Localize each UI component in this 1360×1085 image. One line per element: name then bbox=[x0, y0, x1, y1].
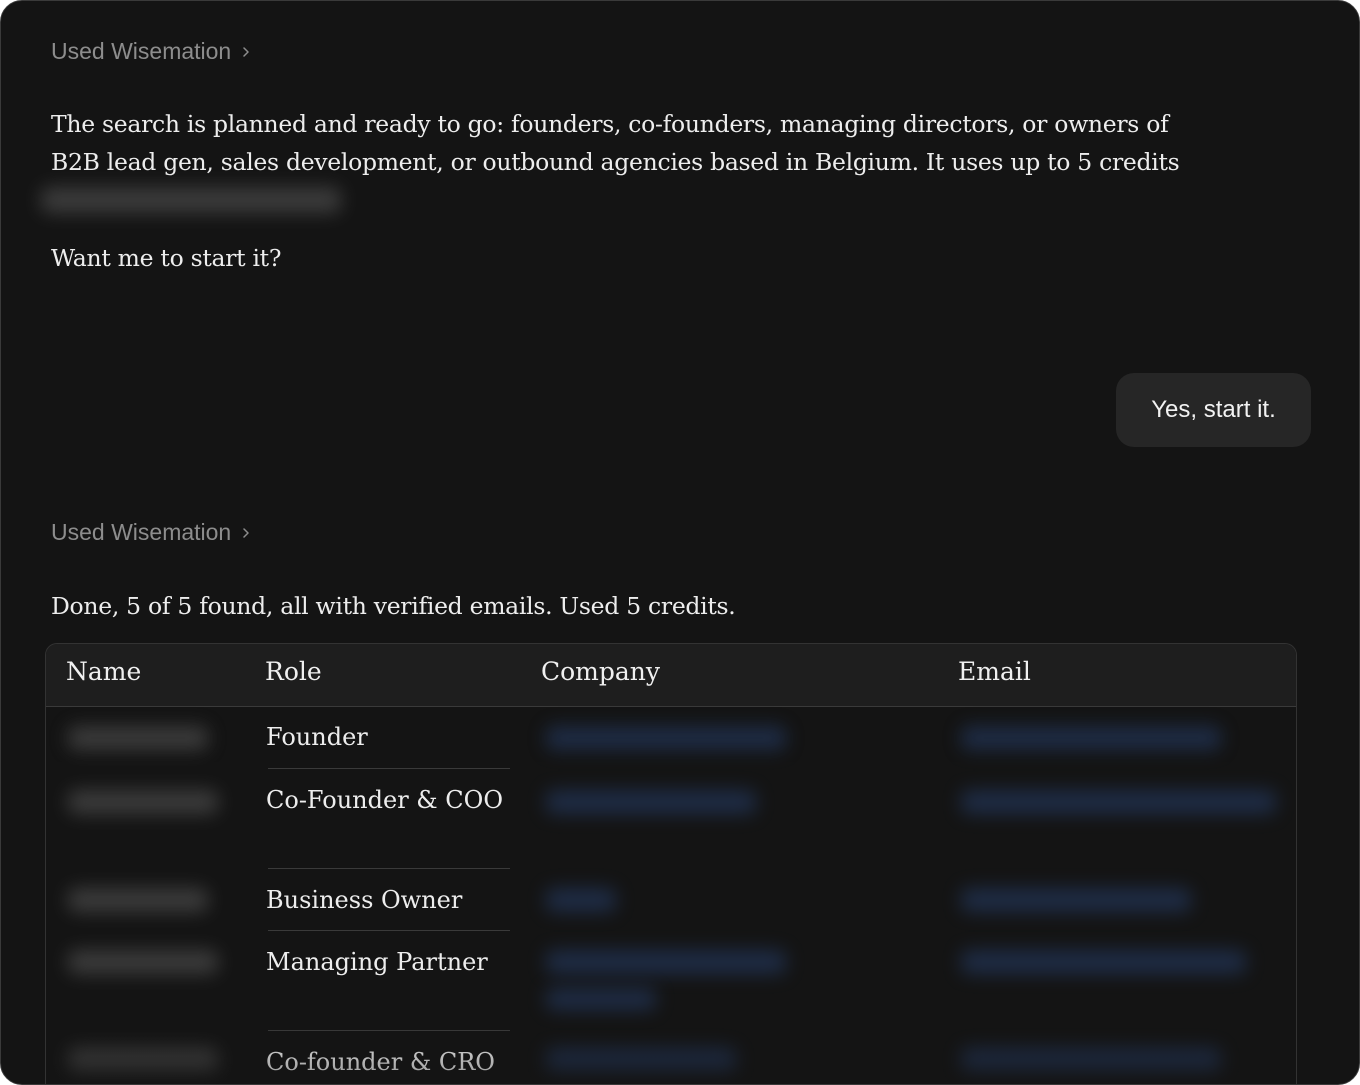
redacted-company-link[interactable] bbox=[546, 888, 616, 912]
header-role: Role bbox=[265, 657, 322, 686]
redacted-company-link[interactable] bbox=[546, 950, 786, 974]
redacted-email-link[interactable] bbox=[961, 790, 1276, 814]
table-cell-role: Managing Partner bbox=[266, 948, 488, 976]
result-summary: Done, 5 of 5 found, all with verified em… bbox=[51, 592, 736, 620]
redacted-email-link[interactable] bbox=[961, 950, 1246, 974]
row-divider bbox=[268, 868, 510, 869]
redacted-company-link-wrap[interactable] bbox=[546, 988, 656, 1010]
redacted-email-link[interactable] bbox=[961, 726, 1221, 750]
header-name: Name bbox=[66, 657, 142, 686]
table-cell-role: Co-founder & CRO bbox=[266, 1048, 495, 1076]
redacted-name bbox=[68, 888, 208, 912]
redacted-email-link[interactable] bbox=[961, 888, 1191, 912]
table-cell-role: Business Owner bbox=[266, 886, 463, 914]
redacted-name bbox=[68, 1048, 218, 1072]
redacted-name bbox=[68, 726, 208, 750]
header-email: Email bbox=[958, 657, 1031, 686]
row-divider bbox=[268, 1030, 510, 1031]
table-cell-role: Co-Founder & COO bbox=[266, 786, 503, 814]
results-table: Name Role Company Email Founder Co-Found… bbox=[45, 643, 1297, 1084]
redacted-company-link[interactable] bbox=[546, 790, 756, 814]
redacted-name bbox=[68, 950, 218, 974]
row-divider bbox=[268, 768, 510, 769]
table-header: Name Role Company Email bbox=[46, 644, 1296, 707]
assistant-message-text: The search is planned and ready to go: f… bbox=[51, 110, 1180, 176]
tool-usage-label-2: Used Wisemation bbox=[51, 519, 232, 545]
header-company: Company bbox=[541, 657, 661, 686]
redacted-name bbox=[68, 790, 218, 814]
assistant-question: Want me to start it? bbox=[51, 244, 282, 272]
row-divider bbox=[268, 930, 510, 931]
tool-usage-label: Used Wisemation bbox=[51, 38, 232, 64]
chevron-right-icon bbox=[243, 527, 249, 538]
table-cell-role: Founder bbox=[266, 723, 368, 751]
chat-window: Used Wisemation The search is planned an… bbox=[0, 0, 1360, 1085]
tool-usage-toggle-2[interactable]: Used Wisemation bbox=[51, 519, 251, 546]
redacted-email-link[interactable] bbox=[961, 1048, 1221, 1072]
user-message-text: Yes, start it. bbox=[1151, 396, 1276, 423]
chevron-right-icon bbox=[243, 46, 249, 57]
redacted-text bbox=[41, 187, 341, 213]
user-message-bubble: Yes, start it. bbox=[1116, 373, 1311, 447]
redacted-company-link[interactable] bbox=[546, 726, 786, 750]
tool-usage-toggle[interactable]: Used Wisemation bbox=[51, 38, 251, 65]
redacted-company-link[interactable] bbox=[546, 1048, 736, 1072]
